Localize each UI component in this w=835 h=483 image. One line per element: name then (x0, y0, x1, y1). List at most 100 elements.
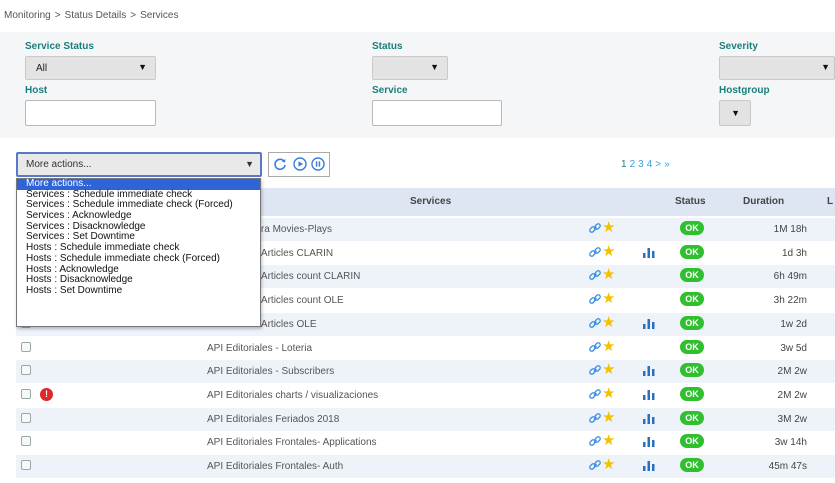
graph-icon[interactable] (643, 436, 655, 448)
graph-icon[interactable] (643, 318, 655, 329)
graph-icon[interactable] (643, 365, 655, 377)
row-checkbox[interactable] (21, 460, 31, 470)
duration-value: 3M 2w (777, 413, 807, 425)
link-icon[interactable] (588, 245, 602, 259)
duration-value: 1d 3h (781, 247, 807, 259)
service-input[interactable] (372, 100, 502, 126)
graph-icon[interactable] (643, 389, 655, 400)
row-checkbox[interactable] (21, 365, 31, 376)
table-row[interactable]: API Editoriales Frontales- Applications ★… (16, 431, 835, 454)
service-status-select[interactable]: All ▼ (25, 56, 156, 80)
table-row[interactable]: API Editoriales Feriados 2018 ★ OK 3M 2w (16, 407, 835, 431)
column-header-last[interactable]: L (827, 196, 833, 207)
last-page-link[interactable]: » (664, 159, 670, 170)
service-status-label: Service Status (25, 41, 94, 52)
chevron-down-icon: ▼ (138, 62, 147, 72)
pagination: 1 2 3 4 >» (621, 159, 673, 170)
link-icon[interactable] (588, 221, 602, 235)
duration-value: 3w 5d (780, 342, 807, 354)
page-link-3[interactable]: 3 (638, 159, 644, 170)
star-icon[interactable]: ★ (602, 267, 615, 282)
refresh-icon[interactable] (273, 157, 287, 171)
link-icon[interactable] (588, 363, 602, 377)
more-actions-select[interactable]: More actions... ▼ (16, 152, 262, 177)
hostgroup-select[interactable]: ▼ (719, 100, 751, 126)
duration-value: 45m 47s (768, 461, 807, 472)
more-actions-value: More actions... (26, 159, 92, 170)
severity-label: Severity (719, 41, 758, 52)
star-icon[interactable]: ★ (602, 362, 615, 377)
next-page-link[interactable]: > (655, 159, 661, 170)
star-icon[interactable]: ★ (602, 433, 615, 448)
page-link-1[interactable]: 1 (621, 159, 627, 170)
graph-icon[interactable] (643, 247, 655, 258)
service-name-link[interactable]: API Editoriales Frontales- Applications (207, 437, 377, 448)
service-name-link[interactable]: API Editoriales Feriados 2018 (207, 414, 339, 425)
row-checkbox[interactable] (21, 436, 31, 447)
column-header-services[interactable]: Services (410, 196, 451, 207)
star-icon[interactable]: ★ (602, 410, 615, 425)
service-name-link[interactable]: API Editoriales - Loteria (207, 343, 312, 354)
table-row[interactable]: API Editoriales - Subscribers ★ OK 2M 2w (16, 360, 835, 384)
breadcrumb-separator: > (130, 10, 137, 21)
graph-icon[interactable] (643, 460, 655, 471)
star-icon[interactable]: ★ (602, 339, 615, 354)
page-link-2[interactable]: 2 (630, 159, 636, 170)
status-badge: OK (680, 458, 704, 472)
link-icon[interactable] (588, 340, 602, 354)
refresh-controls (268, 152, 330, 177)
star-icon[interactable]: ★ (602, 244, 615, 259)
column-header-duration[interactable]: Duration (743, 196, 784, 207)
action-option[interactable]: Hosts : Set Downtime (17, 285, 260, 297)
table-row[interactable]: ! API Editoriales charts / visualizacione… (16, 384, 835, 407)
status-badge: OK (680, 244, 704, 259)
star-icon[interactable]: ★ (602, 220, 615, 235)
service-label: Service (372, 85, 408, 96)
duration-value: 3w 14h (774, 437, 807, 449)
service-name-link[interactable]: API Editoriales - Subscribers (207, 366, 334, 377)
breadcrumb-item-status-details[interactable]: Status Details (65, 10, 127, 21)
filters-panel: Service Status All ▼ Status ▼ Severity ▼… (0, 32, 835, 138)
link-icon[interactable] (588, 434, 602, 448)
breadcrumb: Monitoring > Status Details > Services (4, 10, 178, 21)
link-icon[interactable] (588, 268, 602, 282)
service-name-link[interactable]: API Editoriales Frontales- Auth (207, 461, 343, 472)
status-badge: OK (680, 221, 704, 235)
row-checkbox[interactable] (21, 412, 31, 423)
play-icon[interactable] (293, 157, 307, 171)
action-option[interactable]: Hosts : Schedule immediate check (Forced… (17, 253, 260, 265)
row-checkbox[interactable] (21, 388, 31, 399)
status-badge: OK (680, 363, 704, 378)
service-status-value: All (36, 63, 48, 74)
pause-icon[interactable] (311, 157, 325, 171)
column-header-status[interactable]: Status (675, 196, 706, 207)
link-icon[interactable] (588, 411, 602, 425)
status-badge: OK (680, 410, 704, 425)
link-icon[interactable] (588, 292, 602, 306)
link-icon[interactable] (588, 387, 602, 401)
graph-icon[interactable] (643, 413, 655, 424)
link-icon[interactable] (588, 458, 602, 472)
chevron-down-icon: ▼ (821, 62, 830, 72)
host-label: Host (25, 85, 48, 96)
star-icon[interactable]: ★ (602, 315, 615, 330)
severity-select[interactable]: ▼ (719, 56, 835, 80)
chevron-down-icon: ▼ (731, 108, 740, 118)
status-label: Status (372, 41, 403, 52)
duration-value: 6h 49m (773, 271, 807, 283)
table-row[interactable]: API Editoriales - Loteria ★ OK 3w 5d (16, 337, 835, 360)
link-icon[interactable] (588, 316, 602, 330)
table-row[interactable]: API Editoriales Frontales- Auth ★ OK 45m 47… (16, 455, 835, 478)
row-checkbox[interactable] (21, 341, 31, 352)
status-select[interactable]: ▼ (372, 56, 448, 80)
breadcrumb-separator: > (54, 10, 61, 21)
page-link-4[interactable]: 4 (647, 159, 653, 170)
host-input[interactable] (25, 100, 156, 126)
star-icon[interactable]: ★ (602, 386, 615, 401)
star-icon[interactable]: ★ (602, 291, 615, 306)
star-icon[interactable]: ★ (602, 457, 615, 472)
chevron-down-icon: ▼ (430, 62, 439, 72)
service-name-link[interactable]: API Editoriales charts / visualizaciones (207, 390, 378, 401)
duration-value: 1M 18h (773, 224, 807, 235)
breadcrumb-item-monitoring[interactable]: Monitoring (4, 10, 51, 21)
